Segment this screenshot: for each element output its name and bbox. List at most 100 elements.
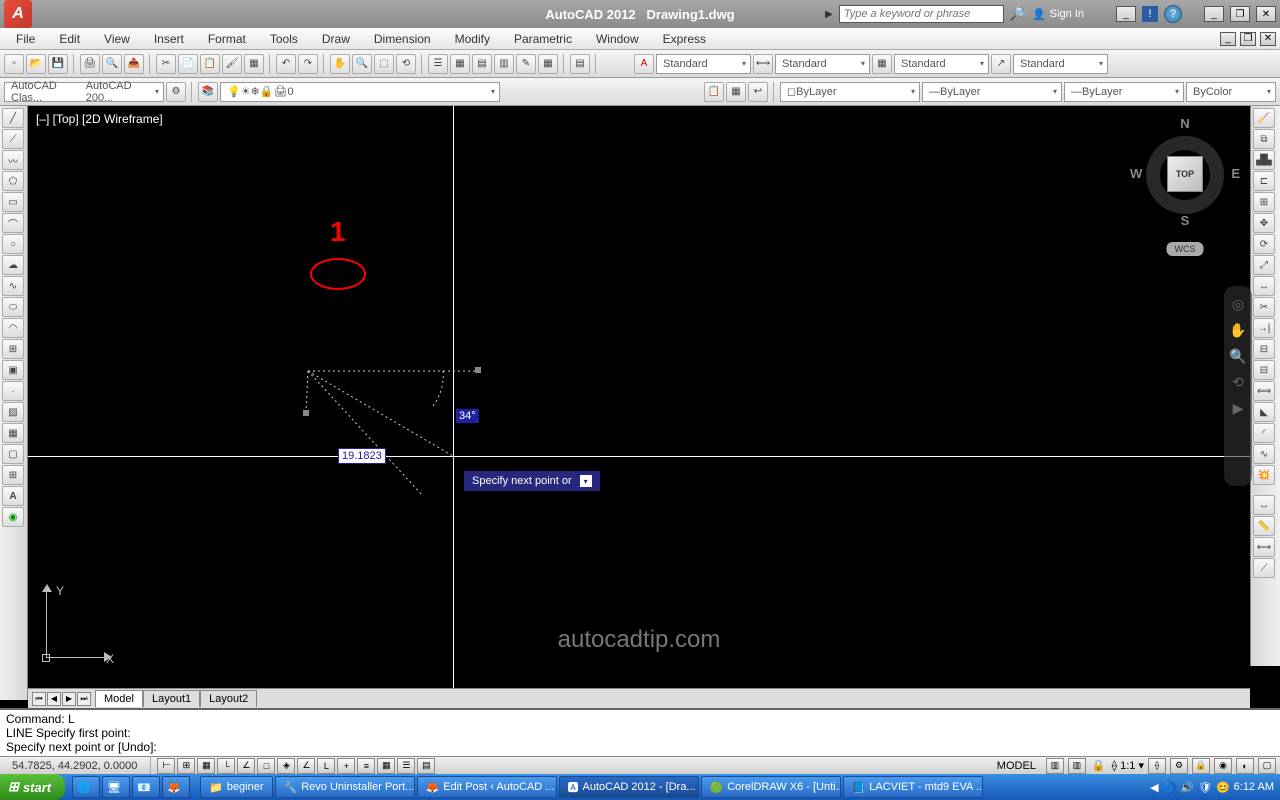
tpy-icon[interactable]: ▦ [377, 758, 395, 774]
tab-prev-icon[interactable]: ◀ [47, 692, 61, 706]
zoom-realtime-icon[interactable]: 🔍 [352, 54, 372, 74]
tray-icon[interactable]: 🔵 [1163, 781, 1177, 794]
infocenter-icon[interactable]: ! [1142, 6, 1158, 22]
layer-props-icon[interactable]: 📚 [198, 82, 218, 102]
arc-icon[interactable]: ⌒ [2, 213, 24, 233]
close-window-button[interactable]: ✕ [1256, 6, 1276, 22]
layer-prev-icon[interactable]: ↩ [748, 82, 768, 102]
table-icon[interactable]: ⊞ [2, 465, 24, 485]
menu-file[interactable]: File [4, 32, 47, 46]
grid-icon[interactable]: ▦ [197, 758, 215, 774]
dropdown-icon[interactable]: ▾ [580, 475, 592, 487]
markup-icon[interactable]: ✎ [516, 54, 536, 74]
ellipse-icon[interactable]: ⬭ [2, 297, 24, 317]
menu-insert[interactable]: Insert [142, 32, 196, 46]
qp-icon[interactable]: ☰ [397, 758, 415, 774]
explode-icon[interactable]: 💥 [1253, 465, 1275, 485]
break-at-point-icon[interactable]: ⊟ [1253, 339, 1275, 359]
properties-icon[interactable]: ☰ [428, 54, 448, 74]
steering-wheel-icon[interactable]: ◎ [1228, 294, 1248, 314]
fillet-icon[interactable]: ◜ [1253, 423, 1275, 443]
model-space-button[interactable]: MODEL [991, 760, 1042, 772]
ortho-icon[interactable]: └ [217, 758, 235, 774]
menu-edit[interactable]: Edit [47, 32, 92, 46]
ql-icon[interactable]: 🦊 [162, 776, 190, 798]
menu-format[interactable]: Format [196, 32, 258, 46]
search-input[interactable] [839, 5, 1004, 23]
quickview-layouts-icon[interactable]: ▥ [1046, 758, 1064, 774]
viewcube-north[interactable]: N [1180, 116, 1189, 131]
point-icon[interactable]: · [2, 381, 24, 401]
paste-icon[interactable]: 📋 [200, 54, 220, 74]
region-icon[interactable]: ▢ [2, 444, 24, 464]
clean-screen-icon[interactable]: ▢ [1258, 758, 1276, 774]
menu-window[interactable]: Window [584, 32, 651, 46]
dim-aligned-icon[interactable]: ⟋ [1253, 558, 1275, 578]
tray-icon[interactable]: 🛡 [1198, 781, 1212, 794]
binoculars-icon[interactable]: 🔎 [1010, 6, 1026, 22]
drawing-area[interactable]: [–] [Top] [2D Wireframe] 1 19.1823 34° S… [28, 106, 1250, 700]
lwt-icon[interactable]: ≡ [357, 758, 375, 774]
menu-express[interactable]: Express [651, 32, 718, 46]
copy-icon[interactable]: 📄 [178, 54, 198, 74]
dimstyle-icon[interactable]: ⟷ [753, 54, 773, 74]
trim-icon[interactable]: ✂ [1253, 297, 1275, 317]
tablestyle-icon[interactable]: ▦ [872, 54, 892, 74]
layer-dropdown[interactable]: 💡☀❄🔒🖨 0 [220, 82, 500, 102]
sheet-set-icon[interactable]: ▥ [494, 54, 514, 74]
calc-icon[interactable]: ▤ [570, 54, 590, 74]
tool-palettes-icon[interactable]: ▤ [472, 54, 492, 74]
cut-icon[interactable]: ✂ [156, 54, 176, 74]
ellipse-arc-icon[interactable]: ◠ [2, 318, 24, 338]
linetype-dropdown[interactable]: — ByLayer [922, 82, 1062, 102]
redo-icon[interactable]: ↷ [298, 54, 318, 74]
match-props-icon[interactable]: 🖌 [222, 54, 242, 74]
color-dropdown[interactable]: ◻ ByLayer [780, 82, 920, 102]
scale-icon[interactable]: ⤢ [1253, 255, 1275, 275]
polar-icon[interactable]: ∠ [237, 758, 255, 774]
3dosnap-icon[interactable]: ◈ [277, 758, 295, 774]
new-icon[interactable]: ▫ [4, 54, 24, 74]
menu-parametric[interactable]: Parametric [502, 32, 584, 46]
tab-layout1[interactable]: Layout1 [143, 690, 200, 707]
copy-obj-icon[interactable]: ⧉ [1253, 129, 1275, 149]
offset-icon[interactable]: ⊏ [1253, 171, 1275, 191]
minimize-button[interactable]: _ [1116, 6, 1136, 22]
insert-block-icon[interactable]: ⊞ [2, 339, 24, 359]
gradient-icon[interactable]: ▦ [2, 423, 24, 443]
join-icon[interactable]: ⟺ [1253, 381, 1275, 401]
zoom-window-icon[interactable]: ⬚ [374, 54, 394, 74]
hardware-acceleration-icon[interactable]: ◉ [1214, 758, 1232, 774]
polyline-icon[interactable]: 〰 [2, 150, 24, 170]
circle-icon[interactable]: ○ [2, 234, 24, 254]
quickview-drawings-icon[interactable]: ▥ [1068, 758, 1086, 774]
zoom-previous-icon[interactable]: ⟲ [396, 54, 416, 74]
dyn-icon[interactable]: + [337, 758, 355, 774]
zoom-extents-icon[interactable]: 🔍 [1228, 346, 1248, 366]
array-icon[interactable]: ⊞ [1253, 192, 1275, 212]
taskbar-item[interactable]: 🦊 Edit Post ‹ AutoCAD ... [417, 776, 557, 798]
viewcube-west[interactable]: W [1130, 166, 1142, 181]
stretch-icon[interactable]: ↔ [1253, 276, 1275, 296]
dimstyle-dropdown[interactable]: Standard [775, 54, 870, 74]
layer-iso-icon[interactable]: ▦ [726, 82, 746, 102]
doc-restore-button[interactable]: ❐ [1240, 32, 1256, 46]
otrack-icon[interactable]: ∠ [297, 758, 315, 774]
tab-model[interactable]: Model [95, 690, 143, 707]
chamfer-icon[interactable]: ◣ [1253, 402, 1275, 422]
construction-line-icon[interactable]: ⟋ [2, 129, 24, 149]
signin-button[interactable]: 👤 Sign In [1032, 8, 1084, 21]
workspace-dropdown[interactable]: AutoCAD Clas...AutoCAD 200... [4, 82, 164, 102]
pan-nav-icon[interactable]: ✋ [1228, 320, 1248, 340]
mleaderstyle-icon[interactable]: ↗ [991, 54, 1011, 74]
layer-state-icon[interactable]: 📋 [704, 82, 724, 102]
taskbar-item[interactable]: 📁 beginer [200, 776, 272, 798]
textstyle-icon[interactable]: A [634, 54, 654, 74]
minimize-window-button[interactable]: _ [1204, 6, 1224, 22]
sc-icon[interactable]: ▤ [417, 758, 435, 774]
tray-icon[interactable]: 😊 [1216, 781, 1230, 794]
system-tray[interactable]: ◀ 🔵 🔊 🛡 😊 6:12 AM [1144, 774, 1280, 800]
app-logo[interactable]: A [4, 0, 32, 28]
annotation-visibility-icon[interactable]: ⟠ [1148, 758, 1166, 774]
viewcube-south[interactable]: S [1181, 213, 1190, 228]
